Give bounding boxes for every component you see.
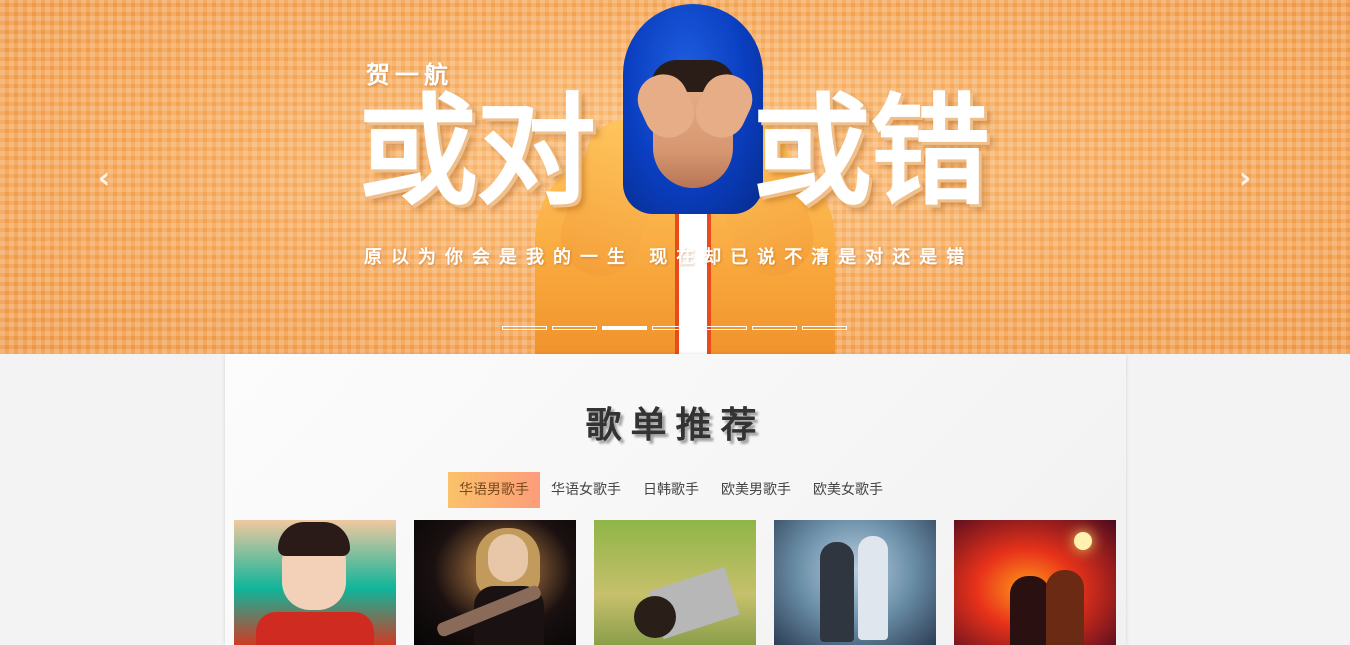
section-title: 歌单推荐: [585, 405, 766, 446]
carousel-dot[interactable]: [702, 326, 747, 330]
cover-image: [858, 536, 888, 640]
carousel-dot[interactable]: [652, 326, 697, 330]
tab-western-male[interactable]: 欧美男歌手: [710, 472, 802, 508]
cover-image: [1046, 570, 1084, 645]
banner-carousel[interactable]: 贺一航 或对 或错 原以为你会是我的一生 现在却已说不清是对还是错 ‹ ›: [0, 0, 1350, 354]
cover-image: [278, 522, 350, 556]
cover-image: [1010, 576, 1050, 645]
carousel-dot[interactable]: [602, 326, 647, 330]
banner-title-left: 或对: [358, 83, 596, 222]
singer-shirt: [675, 196, 711, 354]
banner-title-right: 或错: [752, 83, 990, 222]
carousel-dot[interactable]: [502, 326, 547, 330]
cover-image: [820, 542, 854, 642]
tab-chinese-male[interactable]: 华语男歌手: [448, 472, 540, 508]
tab-chinese-female[interactable]: 华语女歌手: [540, 472, 632, 508]
cover-image: [634, 596, 676, 638]
cover-image: [256, 612, 374, 645]
playlist-card[interactable]: [774, 520, 936, 645]
chevron-left-icon[interactable]: ‹: [92, 163, 116, 195]
playlist-card[interactable]: [414, 520, 576, 645]
tab-western-female[interactable]: 欧美女歌手: [802, 472, 894, 508]
playlist-card[interactable]: [954, 520, 1116, 645]
playlist-recommend-section: 歌单推荐 华语男歌手 华语女歌手 日韩歌手 欧美男歌手 欧美女歌手: [225, 354, 1126, 645]
carousel-dot[interactable]: [802, 326, 847, 330]
chevron-right-icon[interactable]: ›: [1233, 163, 1257, 195]
carousel-dot[interactable]: [752, 326, 797, 330]
cover-image: [1074, 532, 1092, 550]
playlist-card[interactable]: [594, 520, 756, 645]
playlist-card-list: [234, 520, 1116, 645]
carousel-dot[interactable]: [552, 326, 597, 330]
cover-image: [488, 534, 528, 582]
tab-japan-korea[interactable]: 日韩歌手: [632, 472, 710, 508]
banner-lyric: 原以为你会是我的一生 现在却已说不清是对还是错: [364, 247, 974, 268]
singer-category-tabs: 华语男歌手 华语女歌手 日韩歌手 欧美男歌手 欧美女歌手: [448, 472, 894, 508]
playlist-card[interactable]: [234, 520, 396, 645]
carousel-indicators: [502, 326, 847, 330]
